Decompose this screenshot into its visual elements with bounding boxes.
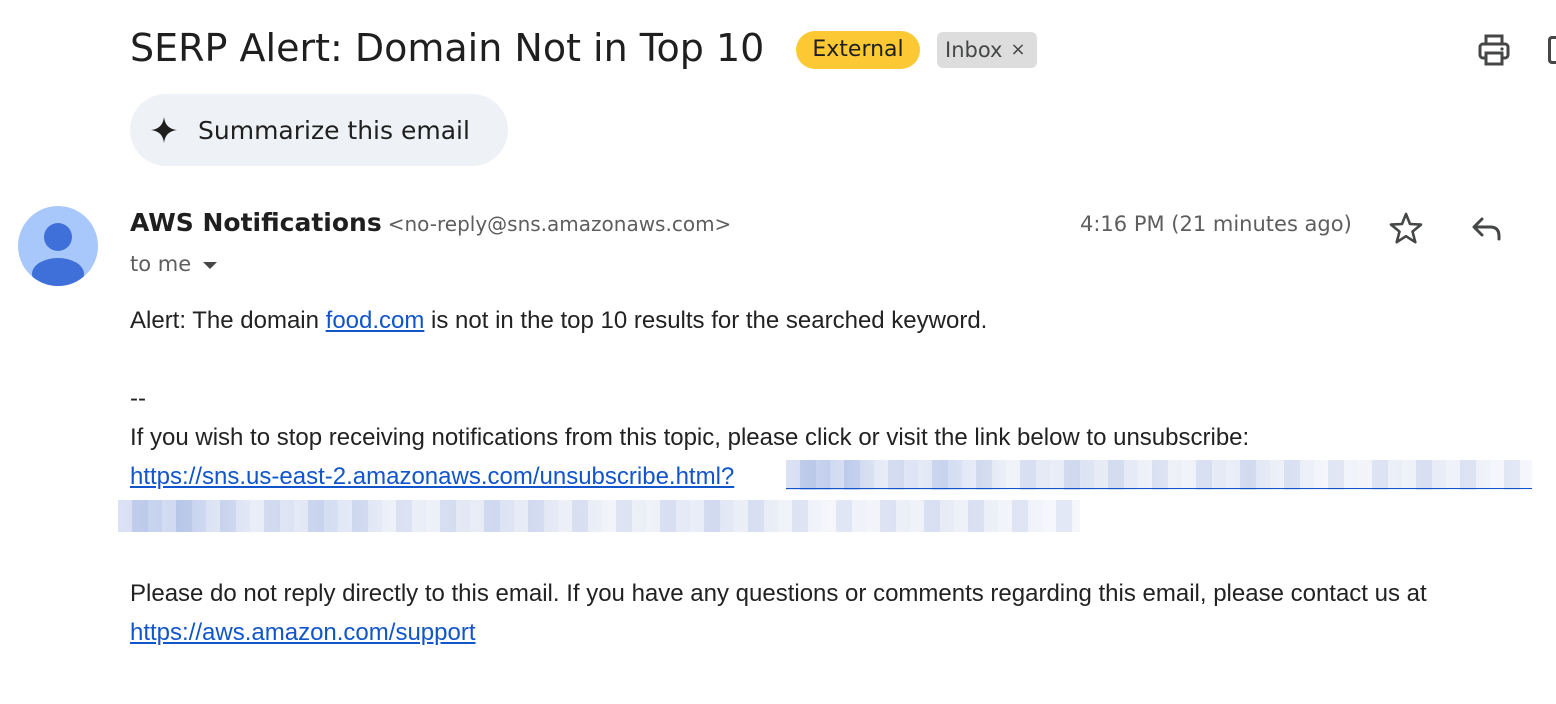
redacted-link-part[interactable]	[118, 500, 1080, 532]
alert-line: Alert: The domain food.com is not in the…	[130, 307, 987, 335]
domain-link[interactable]: food.com	[326, 307, 425, 334]
email-subject: SERP Alert: Domain Not in Top 10	[130, 26, 765, 70]
sender-email: <no-reply@sns.amazonaws.com>	[387, 212, 732, 236]
external-label: External	[796, 31, 920, 69]
caret-down-icon	[203, 261, 218, 269]
print-icon[interactable]	[1474, 30, 1514, 70]
support-line: https://aws.amazon.com/support	[130, 619, 476, 647]
email-view: SERP Alert: Domain Not in Top 10 Externa…	[0, 0, 1556, 704]
support-link[interactable]: https://aws.amazon.com/support	[130, 619, 476, 646]
unsubscribe-line: https://sns.us-east-2.amazonaws.com/unsu…	[130, 463, 734, 491]
email-timestamp: 4:16 PM (21 minutes ago)	[1080, 212, 1352, 236]
summarize-label: Summarize this email	[198, 115, 470, 145]
noreply-text: Please do not reply directly to this ema…	[130, 580, 1427, 607]
alert-prefix: Alert: The domain	[130, 307, 326, 334]
sender-name[interactable]: AWS Notifications	[130, 208, 382, 237]
sender-info: AWS Notifications <no-reply@sns.amazonaws…	[130, 208, 731, 237]
recipient-dropdown[interactable]: to me	[130, 252, 218, 276]
star-icon[interactable]	[1386, 208, 1426, 248]
sparkle-icon	[151, 117, 177, 143]
sender-avatar[interactable]	[18, 206, 98, 286]
open-new-window-icon[interactable]	[1548, 36, 1556, 64]
recipient-label: to me	[130, 252, 192, 276]
link-underline	[786, 488, 1532, 489]
redacted-link-part[interactable]	[786, 460, 1532, 490]
alert-suffix: is not in the top 10 results for the sea…	[424, 307, 988, 334]
inbox-label-text: Inbox	[945, 38, 1003, 62]
unsubscribe-text: If you wish to stop receiving notificati…	[130, 424, 1250, 451]
signature-separator: --	[130, 385, 146, 412]
remove-label-icon[interactable]: ×	[1010, 32, 1025, 68]
reply-icon[interactable]	[1466, 208, 1506, 248]
summarize-email-button[interactable]: Summarize this email	[130, 94, 508, 166]
unsubscribe-link[interactable]: https://sns.us-east-2.amazonaws.com/unsu…	[130, 463, 734, 490]
inbox-label[interactable]: Inbox ×	[937, 32, 1037, 68]
